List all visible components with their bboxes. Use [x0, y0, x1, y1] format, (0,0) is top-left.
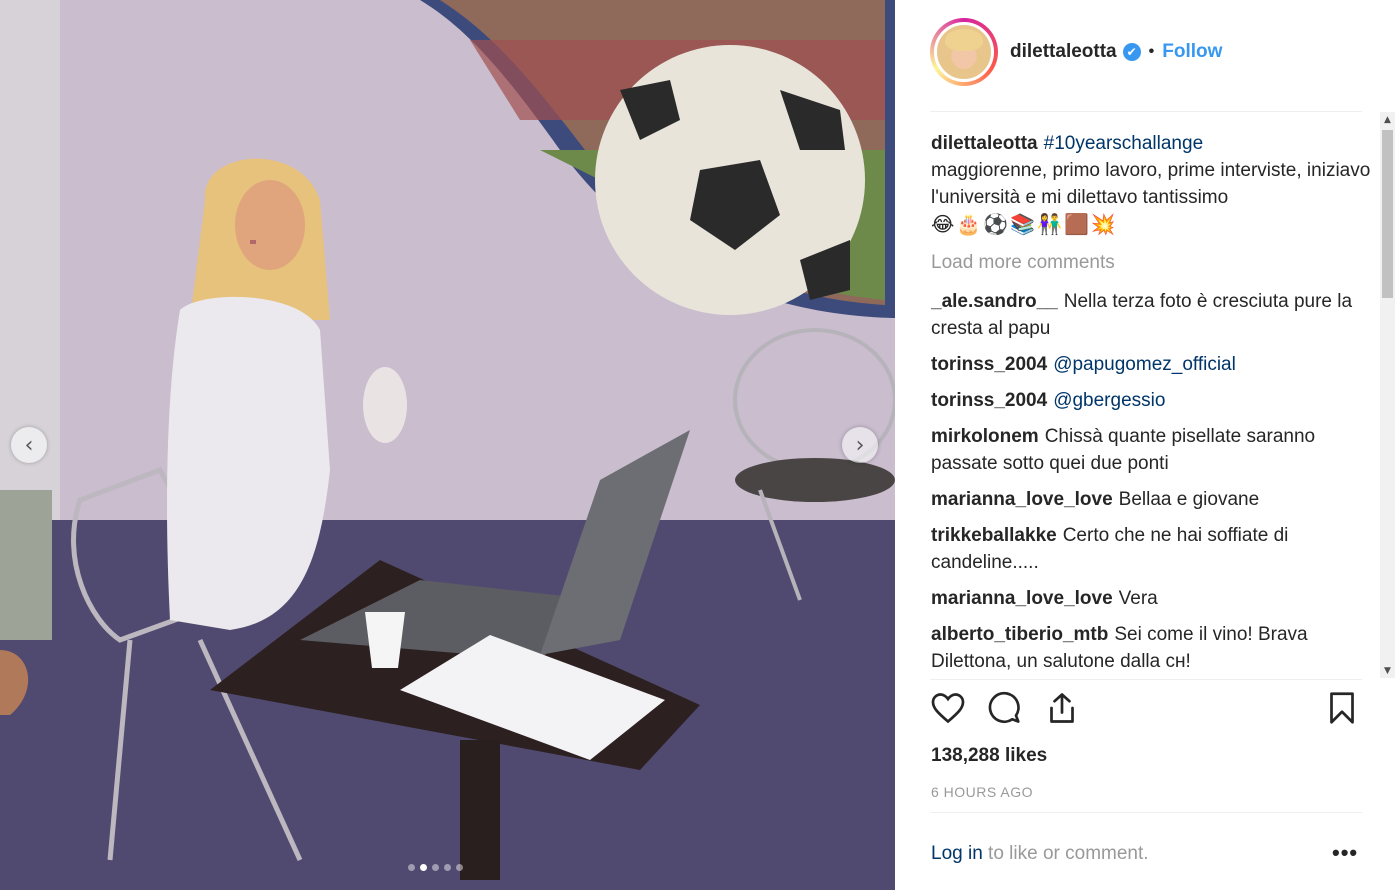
verified-badge-icon: ✔ [1122, 43, 1141, 61]
caption-text: maggiorenne, primo lavoro, prime intervi… [931, 160, 1371, 208]
chevron-right-icon: › [855, 432, 865, 458]
caption-username[interactable]: dilettaleotta [931, 133, 1038, 154]
comment-item: mirkolonem Chissà quante pisellate sarann… [931, 423, 1371, 477]
caption: dilettaleotta #10yearschallange maggioren… [931, 130, 1371, 239]
post-actions [930, 690, 1362, 734]
header-divider [930, 111, 1362, 112]
bookmark-icon [1330, 692, 1354, 724]
comment-item: trikkeballakke Certo che ne hai soffiate … [931, 522, 1371, 576]
header-separator: • [1148, 43, 1155, 60]
more-options-icon[interactable]: ••• [1332, 840, 1358, 866]
login-link[interactable]: Log in [931, 843, 983, 864]
post-side-panel: dilettaleotta ✔ • Follow dilettaleotta #1… [895, 0, 1395, 890]
comment-items: _ale.sandro__ Nella terza foto è cresciut… [931, 288, 1371, 675]
chevron-left-icon: ‹ [24, 432, 34, 458]
share-button[interactable] [1044, 690, 1084, 730]
carousel-dot [432, 864, 439, 871]
login-prompt-text: to like or comment. [982, 843, 1149, 864]
load-more-comments-button[interactable]: Load more comments [931, 249, 1371, 276]
comment-username[interactable]: marianna_love_love [931, 489, 1113, 510]
carousel-prev-button[interactable]: ‹ [11, 427, 47, 463]
post-photo[interactable]: ‹ › [0, 0, 895, 890]
carousel-next-button[interactable]: › [842, 427, 878, 463]
follow-button[interactable]: Follow [1162, 41, 1222, 63]
comment-mention[interactable]: @papugomez_official [1053, 354, 1236, 375]
carousel-indicator [408, 864, 463, 871]
scroll-down-icon[interactable]: ▼ [1380, 663, 1395, 678]
like-button[interactable] [930, 690, 970, 730]
post-header: dilettaleotta ✔ • Follow [930, 18, 1362, 110]
photo-illustration [0, 0, 895, 890]
comments-scrollbar[interactable]: ▲ ▼ [1380, 112, 1395, 678]
login-prompt: Log in to like or comment. [931, 843, 1149, 865]
login-divider [930, 812, 1362, 813]
comment-text: Vera [1118, 588, 1158, 609]
comments-list[interactable]: dilettaleotta #10yearschallange maggioren… [931, 130, 1371, 678]
scroll-up-icon[interactable]: ▲ [1380, 112, 1395, 127]
comment-button[interactable] [986, 690, 1026, 730]
header-user-row: dilettaleotta ✔ • Follow [1010, 41, 1222, 63]
comment-text: Bellaa e giovane [1118, 489, 1260, 510]
save-button[interactable] [1324, 690, 1364, 730]
avatar[interactable] [930, 18, 998, 86]
carousel-dot [420, 864, 427, 871]
post-timestamp[interactable]: 6 HOURS AGO [931, 784, 1033, 800]
comment-username[interactable]: alberto_tiberio_mtb [931, 624, 1108, 645]
carousel-dot [444, 864, 451, 871]
comment-item: _ale.sandro__ Nella terza foto è cresciut… [931, 288, 1371, 342]
avatar-image [934, 22, 994, 82]
share-icon [1050, 693, 1074, 723]
comment-item: marianna_love_love Bellaa e giovane [931, 486, 1371, 513]
comment-username[interactable]: mirkolonem [931, 426, 1039, 447]
comment-item: torinss_2004 @gbergessio [931, 387, 1371, 414]
comment-username[interactable]: _ale.sandro__ [931, 291, 1058, 312]
comment-icon [988, 691, 1020, 724]
comment-item: torinss_2004 @papugomez_official [931, 351, 1371, 378]
comment-mention[interactable]: @gbergessio [1053, 390, 1165, 411]
comment-username[interactable]: torinss_2004 [931, 354, 1047, 375]
carousel-dot [408, 864, 415, 871]
comment-username[interactable]: marianna_love_love [931, 588, 1113, 609]
header-username[interactable]: dilettaleotta [1010, 41, 1117, 63]
likes-count[interactable]: 138,288 likes [931, 745, 1047, 767]
caption-emojis: 😂🎂⚽📚👫🟫💥 [931, 212, 1118, 236]
comment-username[interactable]: trikkeballakke [931, 525, 1057, 546]
heart-icon [931, 693, 965, 724]
caption-hashtag[interactable]: #10yearschallange [1044, 133, 1204, 154]
scroll-thumb[interactable] [1382, 130, 1393, 298]
comment-username[interactable]: torinss_2004 [931, 390, 1047, 411]
actions-divider [930, 679, 1362, 680]
carousel-dot [456, 864, 463, 871]
comment-item: marianna_love_love Vera [931, 585, 1371, 612]
comment-item: alberto_tiberio_mtb Sei come il vino! Bra… [931, 621, 1371, 675]
